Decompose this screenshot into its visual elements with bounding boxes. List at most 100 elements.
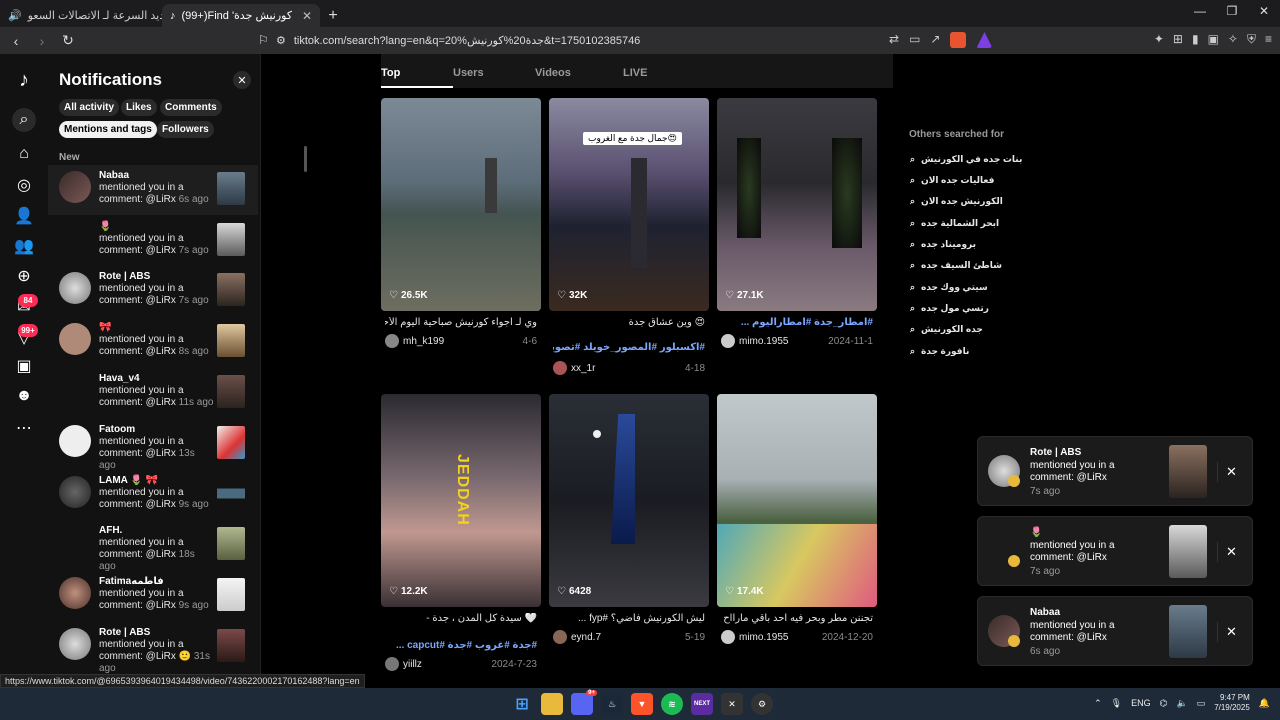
bookmark-icon[interactable]: ⚐ — [258, 33, 269, 47]
avatar[interactable] — [553, 361, 567, 375]
notification-item[interactable]: Nabaa mentioned you in a comment: @LiRx … — [48, 165, 258, 215]
xbox-icon[interactable]: ✕ — [721, 693, 743, 715]
next-app-icon[interactable]: NEXT — [691, 693, 713, 715]
notification-item[interactable]: Hava_v4 mentioned you in a comment: @LiR… — [48, 368, 258, 418]
video-title[interactable]: #امطار_جدة #امطارالیوم ... — [721, 317, 873, 328]
network-icon[interactable]: ⌬ — [1160, 698, 1168, 709]
related-search-item[interactable]: ⌕ رتسي مول جده — [910, 303, 989, 314]
battery-icon[interactable]: ▭ — [1197, 698, 1206, 709]
author-name[interactable]: mimo.1955 — [739, 336, 788, 347]
close-tab-icon[interactable]: ✕ — [302, 9, 312, 23]
spotify-icon[interactable]: ≋ — [661, 693, 683, 715]
steam-icon[interactable]: ♨ — [601, 693, 623, 715]
toast-notification[interactable]: 🌷 mentioned you in a comment: @LiRx 7s a… — [977, 516, 1253, 586]
avatar[interactable] — [385, 657, 399, 671]
avatar[interactable] — [721, 334, 735, 348]
video-thumbnail[interactable] — [217, 223, 245, 256]
video-thumbnail[interactable] — [217, 324, 245, 357]
video-title[interactable]: وي لـ اجواء كورنيش صباحية اليوم الأحد — [385, 317, 537, 328]
avatar[interactable] — [59, 425, 91, 457]
related-search-text[interactable]: فعاليات جده الان — [921, 175, 994, 186]
video-thumbnail[interactable] — [1169, 525, 1207, 578]
browser-tab[interactable]: 🔊 تخطي تحديد السرعة لـ الاتصالات السعو — [0, 4, 162, 27]
related-search-item[interactable]: ⌕ نافورة جدة — [910, 346, 969, 357]
video-card[interactable]: ♡ 17.4K تجننن مطر وبحر فيه احد باقي ماراا… — [717, 394, 877, 654]
minimize-icon[interactable]: — — [1184, 4, 1216, 18]
video-card[interactable]: ♡ 6428 ليش الكورنيش فاضي؟ #fyp ... eynd.7… — [549, 394, 709, 654]
reload-icon[interactable]: ↻ — [58, 32, 78, 49]
new-tab-button[interactable]: + — [320, 4, 346, 27]
video-author[interactable]: eynd.7 — [553, 630, 601, 644]
video-author[interactable]: mimo.1955 — [721, 334, 788, 348]
tab-live[interactable]: LIVE — [623, 54, 683, 88]
video-thumbnail[interactable] — [217, 477, 245, 510]
related-search-item[interactable]: ⌕ فعاليات جده الان — [910, 175, 994, 186]
video-author[interactable]: mh_k199 — [385, 334, 444, 348]
volume-icon[interactable]: 🔈 — [1176, 698, 1187, 709]
video-hashtags[interactable]: #جدة #غروب #جدة #capcut ... — [385, 640, 537, 651]
browser-tab-active[interactable]: ♪ (99+)Find 'كورنيش جدة' on TikTok ✕ — [162, 4, 320, 27]
related-search-text[interactable]: شاطئ السيف جده — [921, 260, 1002, 271]
settings-icon[interactable]: ⚙ — [751, 693, 773, 715]
close-window-icon[interactable]: ✕ — [1248, 4, 1280, 18]
video-card[interactable]: جمال جدة مع الغروب😍 ♡ 32K 😍 وين عشاق جدة … — [549, 98, 709, 378]
avatar[interactable] — [59, 476, 91, 508]
video-title[interactable]: ليش الكورنيش فاضي؟ #fyp ... — [553, 613, 705, 624]
video-thumbnail[interactable] — [217, 273, 245, 306]
filter-followers[interactable]: Followers — [157, 121, 214, 138]
video-title[interactable]: 😍 وين عشاق جدة — [553, 317, 705, 328]
notification-item[interactable]: Rote | ABS mentioned you in a comment: @… — [48, 622, 258, 674]
related-search-text[interactable]: الكورنيش جده الان — [921, 196, 1003, 207]
forward-icon[interactable]: › — [32, 33, 52, 49]
avatar[interactable] — [59, 272, 91, 304]
video-thumbnail[interactable] — [217, 578, 245, 611]
related-search-text[interactable]: جده الكورنيش — [921, 324, 983, 335]
toast-notification[interactable]: Nabaa mentioned you in a comment: @LiRx … — [977, 596, 1253, 666]
related-search-text[interactable]: بروميناد جده — [921, 239, 976, 250]
video-title[interactable]: 🤍 سيدة كل المدن ، جدة - — [385, 613, 537, 624]
video-thumbnail[interactable] — [217, 375, 245, 408]
windows-start-icon[interactable]: ⊞ — [511, 693, 533, 715]
back-icon[interactable]: ‹ — [6, 33, 26, 49]
video-thumbnail[interactable]: جمال جدة مع الغروب😍 — [549, 98, 709, 311]
filter-comments[interactable]: Comments — [160, 99, 222, 116]
video-thumbnail[interactable] — [1169, 605, 1207, 658]
extensions-icon[interactable]: ✦ — [1154, 32, 1164, 47]
tab-users[interactable]: Users — [453, 54, 535, 88]
brave-rewards-icon[interactable] — [976, 32, 993, 48]
more-icon[interactable]: ⋯ — [12, 416, 36, 440]
profile-icon[interactable]: ☻ — [12, 384, 36, 408]
filter-likes[interactable]: Likes — [121, 99, 157, 116]
tab-top[interactable]: Top — [381, 54, 453, 88]
related-search-item[interactable]: ⌕ شاطئ السيف جده — [910, 260, 1002, 271]
restore-icon[interactable]: ❐ — [1216, 4, 1248, 18]
menu-icon[interactable]: ≡ — [1265, 32, 1272, 47]
vpn-icon[interactable]: ⛨ — [1247, 32, 1256, 47]
video-thumbnail[interactable] — [217, 629, 245, 662]
video-thumbnail[interactable] — [217, 426, 245, 459]
related-search-text[interactable]: سيتي ووك جده — [921, 282, 988, 293]
notification-bell-icon[interactable]: 🔔 — [1259, 698, 1270, 709]
author-name[interactable]: yiillz — [403, 659, 422, 670]
toast-notification[interactable]: Rote | ABS mentioned you in a comment: @… — [977, 436, 1253, 506]
notification-item[interactable]: Fatoom mentioned you in a comment: @LiRx… — [48, 419, 258, 471]
close-icon[interactable]: ✕ — [233, 71, 251, 89]
translate-icon[interactable]: ⇄ — [889, 32, 899, 48]
following-icon[interactable]: 👤 — [12, 204, 36, 228]
video-card[interactable]: ♡ 27.1K #امطار_جدة #امطارالیوم ... mimo.1… — [717, 98, 877, 358]
avatar[interactable] — [59, 171, 91, 203]
avatar[interactable] — [385, 334, 399, 348]
tab-search-icon[interactable]: ⊞ — [1173, 32, 1183, 47]
clock[interactable]: 9:47 PM 7/19/2025 — [1214, 693, 1250, 713]
video-thumbnail[interactable] — [717, 98, 877, 311]
author-name[interactable]: eynd.7 — [571, 632, 601, 643]
related-search-item[interactable]: ⌕ جده الكورنيش — [910, 324, 983, 335]
site-settings-icon[interactable]: ⚙ — [276, 34, 286, 47]
video-hashtags[interactable]: #اكسبلور #المصور_خويلد #تصويري ... — [553, 342, 705, 353]
video-thumbnail[interactable]: JEDDAH — [381, 394, 541, 607]
related-search-item[interactable]: ⌕ بنات جده في الكورنيش — [910, 154, 1022, 165]
video-card[interactable]: JEDDAH ♡ 12.2K 🤍 سيدة كل المدن ، جدة - #ج… — [381, 394, 541, 674]
share-icon[interactable]: ↗ — [930, 32, 940, 48]
avatar[interactable] — [553, 630, 567, 644]
video-author[interactable]: yiillz — [385, 657, 422, 671]
